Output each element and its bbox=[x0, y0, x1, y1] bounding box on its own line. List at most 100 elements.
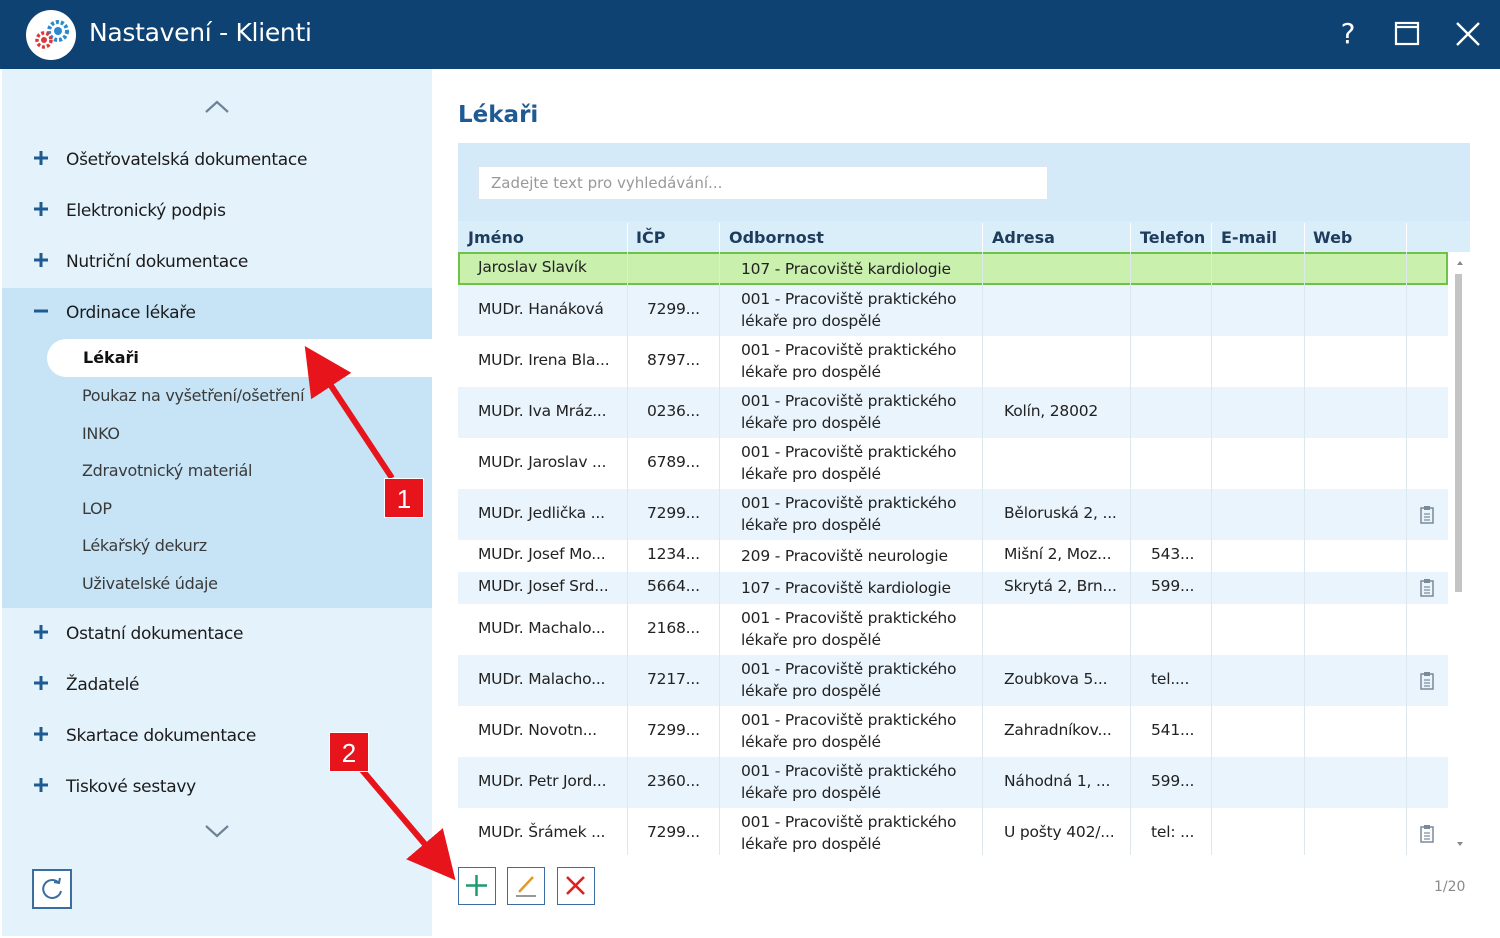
sidebar-item-label: Skartace dokumentace bbox=[66, 726, 257, 746]
sidebar-group-ordinace bbox=[2, 288, 432, 608]
cell-adresa: Náhodná 1, ... bbox=[1004, 772, 1111, 790]
cell-adresa: U pošty 402/... bbox=[1004, 823, 1115, 841]
refresh-button[interactable] bbox=[32, 869, 72, 909]
sidebar-item-nutricni[interactable]: Nutriční dokumentace bbox=[2, 239, 432, 285]
sidebar-item-ordinace-lekare[interactable]: Ordinace lékaře bbox=[2, 290, 432, 336]
clipboard-icon[interactable] bbox=[1419, 505, 1435, 525]
add-button[interactable] bbox=[458, 867, 496, 905]
cell-jmeno: MUDr. Šrámek ... bbox=[478, 823, 606, 841]
chevron-down-icon bbox=[205, 825, 229, 838]
scroll-down-button[interactable] bbox=[202, 821, 232, 841]
subitem-zdravotnicky-material[interactable]: Zdravotnický materiál bbox=[82, 461, 252, 480]
cell-odbornost: 107 - Pracoviště kardiologie bbox=[741, 579, 951, 597]
plus-icon bbox=[34, 151, 48, 165]
sidebar-item-ostatni[interactable]: Ostatní dokumentace bbox=[2, 611, 432, 657]
cell-icp: 7299... bbox=[647, 823, 700, 841]
column-header-telefon[interactable]: Telefon bbox=[1140, 228, 1205, 247]
clipboard-icon[interactable] bbox=[1419, 671, 1435, 691]
cell-jmeno: MUDr. Jaroslav ... bbox=[478, 453, 607, 471]
sidebar-item-zadatele[interactable]: Žadatelé bbox=[2, 662, 432, 708]
table-row[interactable]: MUDr. Petr Jord... 2360... 001 - Pracovišt… bbox=[458, 757, 1448, 808]
cell-odbornost: 107 - Pracoviště kardiologie bbox=[741, 260, 951, 278]
table-row[interactable]: MUDr. Novotn... 7299... 001 - Pracoviště p… bbox=[458, 706, 1448, 757]
plus-icon bbox=[34, 253, 48, 267]
plus-icon bbox=[466, 875, 487, 896]
column-header-icp[interactable]: IČP bbox=[636, 228, 665, 247]
column-header-adresa[interactable]: Adresa bbox=[992, 228, 1055, 247]
cell-jmeno: MUDr. Machalo... bbox=[478, 619, 606, 637]
title-bar: Nastavení - Klienti ? bbox=[0, 0, 1500, 69]
sidebar-item-label: Tiskové sestavy bbox=[66, 777, 196, 797]
annotation-badge-2: 2 bbox=[329, 732, 369, 772]
delete-button[interactable] bbox=[557, 867, 595, 905]
table-row[interactable]: MUDr. Irena Bla... 8797... 001 - Pracovišt… bbox=[458, 336, 1448, 387]
subitem-lekari[interactable]: Lékaři bbox=[47, 339, 434, 377]
page-title: Lékaři bbox=[458, 102, 539, 128]
column-header-web[interactable]: Web bbox=[1313, 228, 1352, 247]
cell-adresa: Zoubkova 5... bbox=[1004, 670, 1108, 688]
sidebar-item-label: Ostatní dokumentace bbox=[66, 624, 244, 644]
table-scrollbar[interactable] bbox=[1450, 252, 1470, 855]
search-input[interactable] bbox=[478, 166, 1048, 200]
cell-jmeno: MUDr. Iva Mráz... bbox=[478, 402, 607, 420]
cell-icp: 7299... bbox=[647, 300, 700, 318]
edit-button[interactable] bbox=[507, 867, 545, 905]
sidebar-item-label: Nutriční dokumentace bbox=[66, 252, 249, 272]
scroll-thumb[interactable] bbox=[1455, 274, 1462, 592]
refresh-icon bbox=[42, 877, 62, 899]
table-header: Jméno IČP Odbornost Adresa Telefon E-mai… bbox=[458, 221, 1470, 252]
clipboard-icon[interactable] bbox=[1419, 578, 1435, 598]
cell-adresa: Skrytá 2, Brn... bbox=[1004, 577, 1117, 595]
table-row[interactable]: MUDr. Iva Mráz... 0236... 001 - Pracoviště… bbox=[458, 387, 1448, 438]
cell-odbornost: 001 - Pracoviště praktického lékaře pro … bbox=[741, 609, 957, 649]
subitem-poukaz[interactable]: Poukaz na vyšetření/ošetření bbox=[82, 386, 305, 405]
column-header-odbornost[interactable]: Odbornost bbox=[729, 228, 824, 247]
pencil-icon bbox=[516, 876, 536, 897]
clipboard-icon[interactable] bbox=[1419, 824, 1435, 844]
sidebar-item-osetrovatelska[interactable]: Ošetřovatelská dokumentace bbox=[2, 137, 432, 183]
cell-icp: 5664... bbox=[647, 577, 700, 595]
table-row[interactable]: MUDr. Josef Srd... 5664... 107 - Pracovišt… bbox=[458, 572, 1448, 604]
maximize-icon bbox=[1394, 21, 1420, 46]
doctors-table: Jméno IČP Odbornost Adresa Telefon E-mai… bbox=[458, 221, 1470, 855]
scroll-up-arrow-icon[interactable] bbox=[1450, 258, 1470, 268]
chevron-up-icon bbox=[205, 100, 229, 113]
table-row[interactable]: MUDr. Malacho... 7217... 001 - Pracoviště … bbox=[458, 655, 1448, 706]
table-row[interactable]: MUDr. Jedlička ... 7299... 001 - Pracovišt… bbox=[458, 489, 1448, 540]
maximize-button[interactable] bbox=[1387, 14, 1427, 54]
table-row[interactable]: MUDr. Machalo... 2168... 001 - Pracoviště … bbox=[458, 604, 1448, 655]
subitem-lekarsky-dekurz[interactable]: Lékařský dekurz bbox=[82, 536, 207, 555]
cell-jmeno: MUDr. Novotn... bbox=[478, 721, 597, 739]
cell-telefon: tel.... bbox=[1151, 670, 1190, 688]
pagination-info: 1/20 bbox=[1434, 879, 1466, 895]
table-row[interactable]: MUDr. Šrámek ... 7299... 001 - Pracoviště … bbox=[458, 808, 1448, 855]
cell-adresa: Kolín, 28002 bbox=[1004, 402, 1099, 420]
column-header-jmeno[interactable]: Jméno bbox=[468, 228, 524, 247]
cell-icp: 7217... bbox=[647, 670, 700, 688]
cell-odbornost: 001 - Pracoviště praktického lékaře pro … bbox=[741, 392, 957, 432]
table-row[interactable]: Jaroslav Slavík 107 - Pracoviště kardiolo… bbox=[458, 252, 1448, 285]
sidebar: Ošetřovatelská dokumentace Elektronický … bbox=[2, 69, 434, 936]
sidebar-item-label: Ošetřovatelská dokumentace bbox=[66, 150, 308, 170]
scroll-down-arrow-icon[interactable] bbox=[1450, 839, 1470, 849]
table-row[interactable]: MUDr. Josef Mo... 1234... 209 - Pracoviště… bbox=[458, 540, 1448, 572]
help-button[interactable]: ? bbox=[1328, 14, 1368, 54]
scroll-up-button[interactable] bbox=[202, 97, 232, 117]
cell-jmeno: MUDr. Petr Jord... bbox=[478, 772, 607, 790]
cell-odbornost: 001 - Pracoviště praktického lékaře pro … bbox=[741, 813, 957, 853]
close-button[interactable] bbox=[1448, 14, 1488, 54]
plus-icon bbox=[34, 625, 48, 639]
cell-icp: 7299... bbox=[647, 504, 700, 522]
subitem-lop[interactable]: LOP bbox=[82, 499, 112, 518]
cell-odbornost: 001 - Pracoviště praktického lékaře pro … bbox=[741, 443, 957, 483]
cell-jmeno: MUDr. Hanáková bbox=[478, 300, 604, 318]
sidebar-item-elektronicky-podpis[interactable]: Elektronický podpis bbox=[2, 188, 432, 234]
table-row[interactable]: MUDr. Hanáková 7299... 001 - Pracoviště pr… bbox=[458, 285, 1448, 336]
subitem-inko[interactable]: INKO bbox=[82, 424, 120, 443]
app-logo bbox=[26, 10, 76, 60]
column-header-email[interactable]: E-mail bbox=[1221, 228, 1277, 247]
cell-icp: 6789... bbox=[647, 453, 700, 471]
table-row[interactable]: MUDr. Jaroslav ... 6789... 001 - Pracovišt… bbox=[458, 438, 1448, 489]
subitem-uzivatelske-udaje[interactable]: Uživatelské údaje bbox=[82, 574, 218, 593]
plus-icon bbox=[34, 727, 48, 741]
